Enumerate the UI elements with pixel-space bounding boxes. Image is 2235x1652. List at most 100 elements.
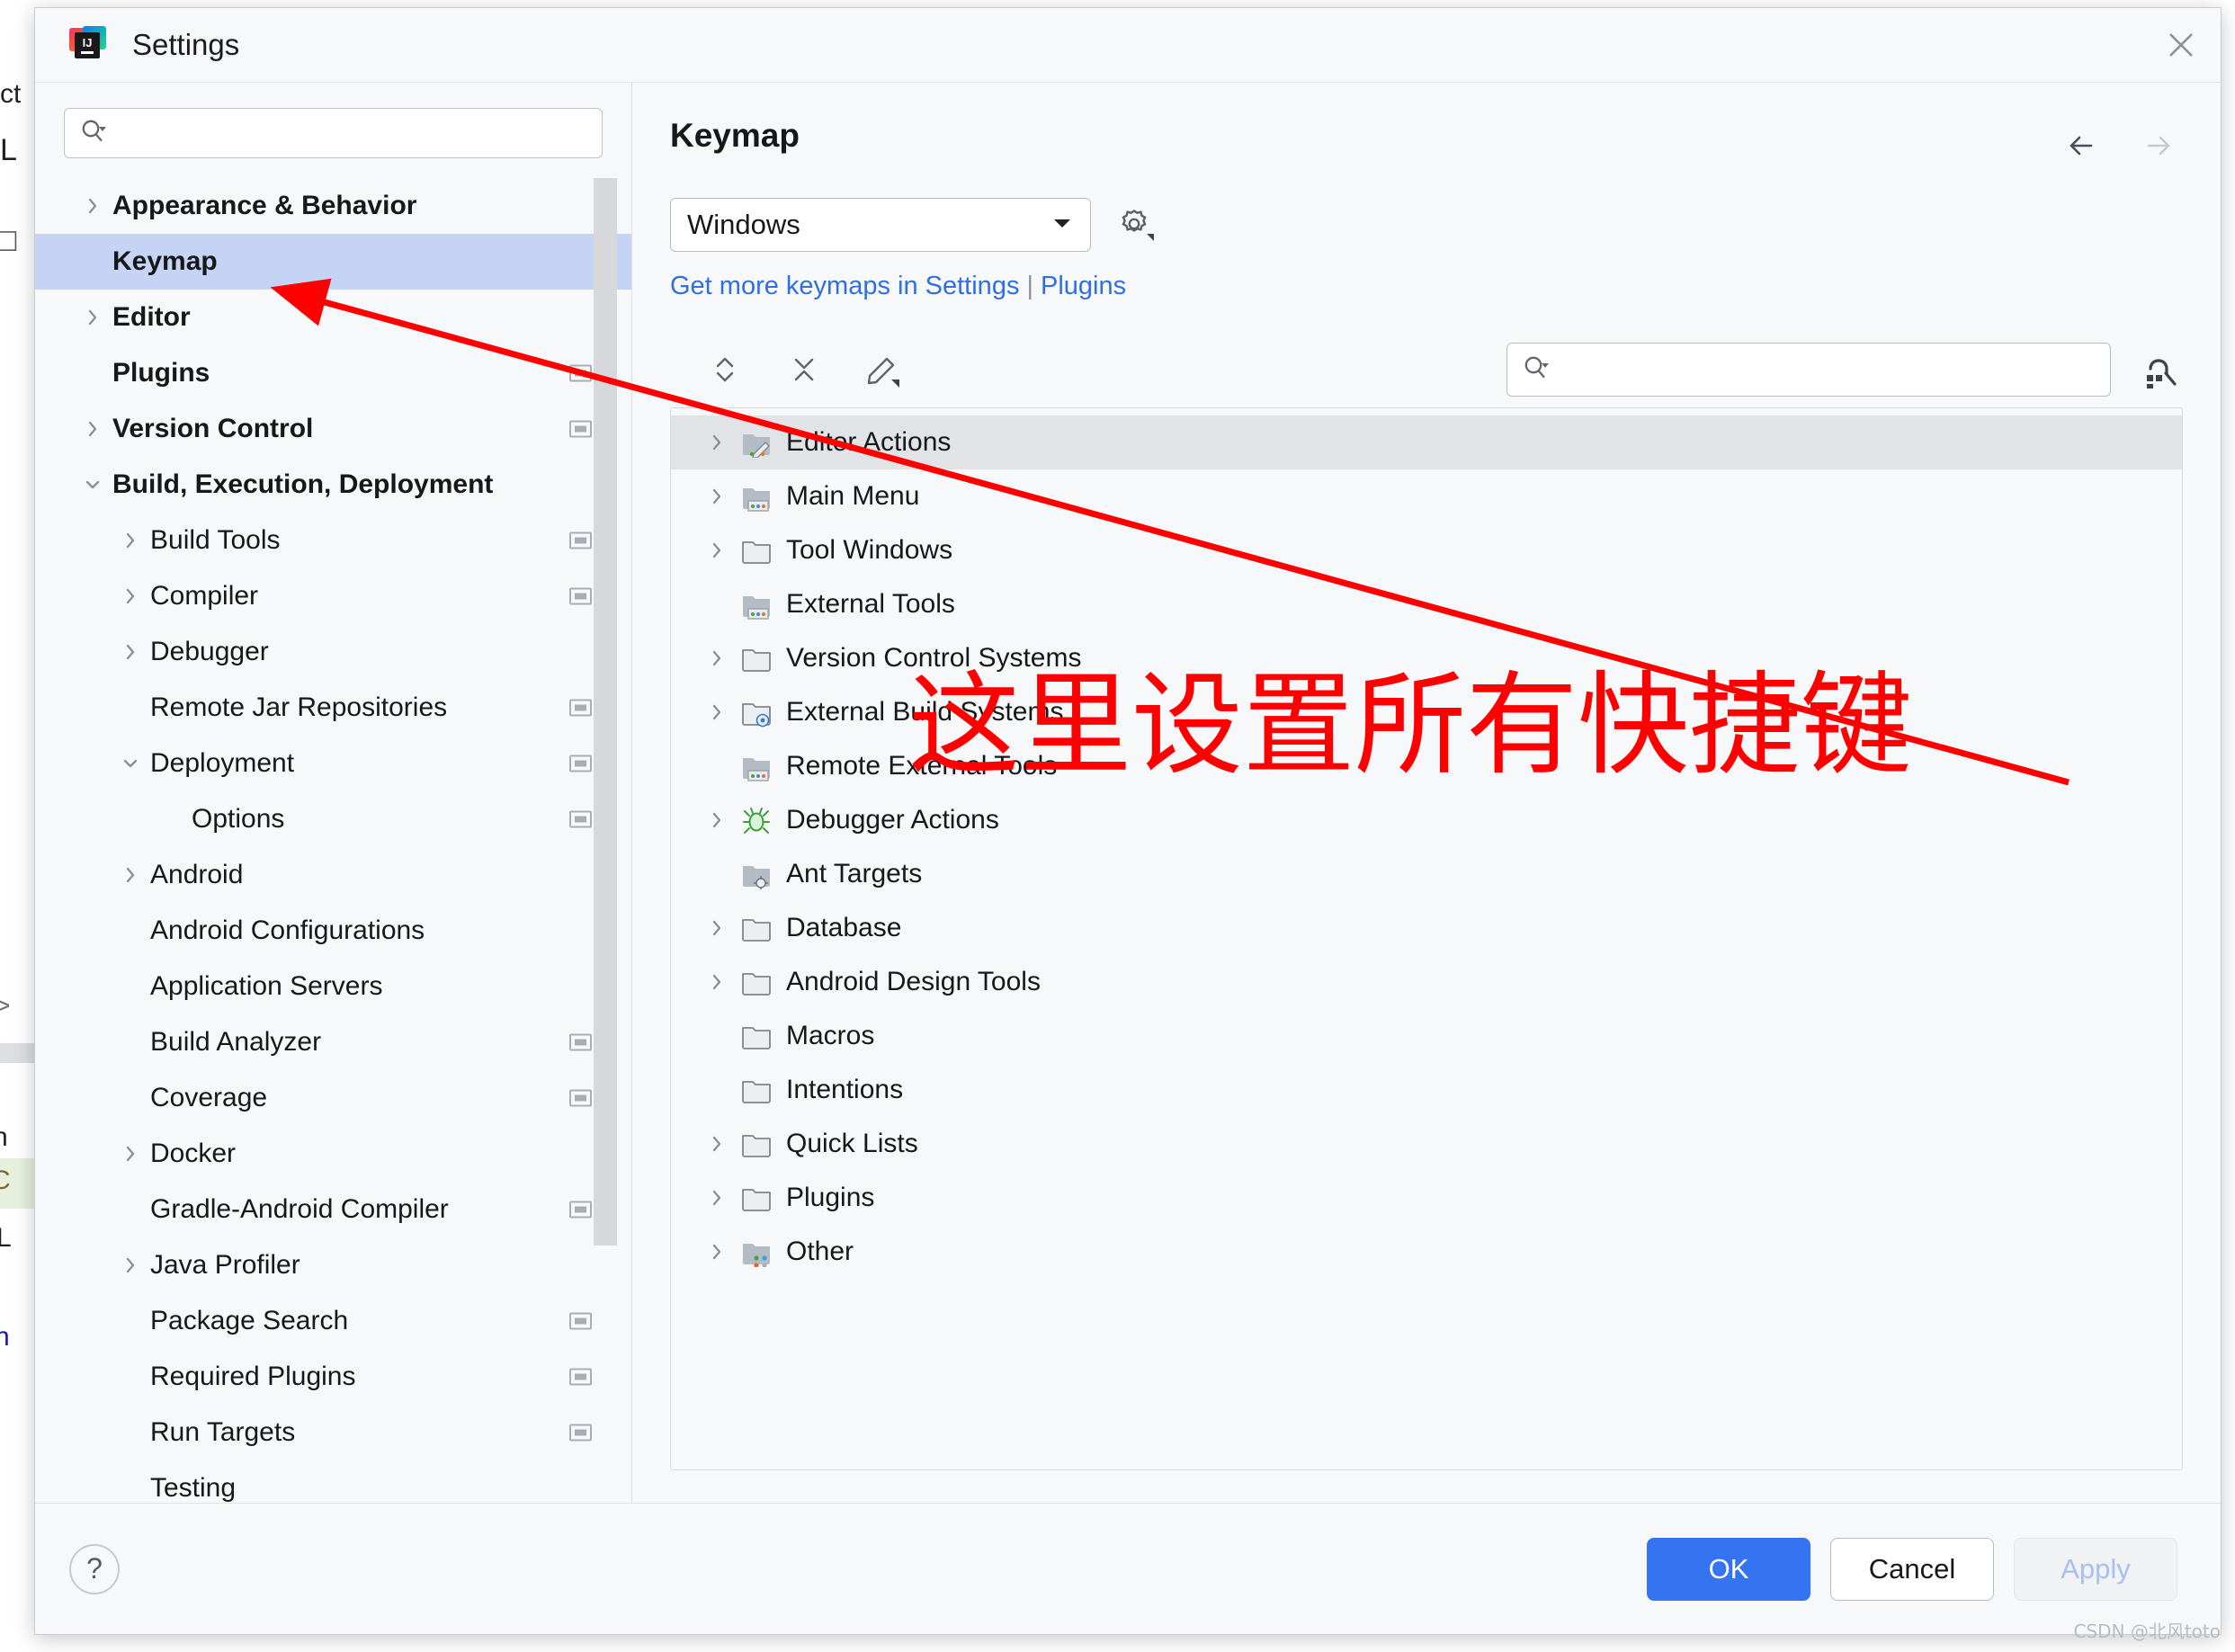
sidebar-item-compiler[interactable]: Compiler [35, 568, 631, 624]
sidebar-scrollbar[interactable] [594, 178, 617, 1503]
sidebar-item-build-execution-deployment[interactable]: Build, Execution, Deployment [35, 457, 631, 513]
footer-buttons: OK Cancel Apply [1647, 1537, 2177, 1601]
gear-icon[interactable] [1114, 204, 1156, 246]
sidebar-item-appearance-behavior[interactable]: Appearance & Behavior [35, 178, 631, 234]
sidebar-item-version-control[interactable]: Version Control [35, 401, 631, 457]
dialog-body: Appearance & Behavior Keymap Editor Plugins… [35, 83, 2221, 1503]
settings-search-box[interactable] [64, 108, 603, 158]
sidebar-item-android-configurations[interactable]: Android Configurations [35, 903, 631, 959]
chevron-right-icon[interactable] [703, 701, 730, 724]
keymap-tree-row[interactable]: Quick Lists [671, 1117, 2182, 1171]
sidebar-item-required-plugins[interactable]: Required Plugins [35, 1349, 631, 1405]
sidebar-item-build-tools[interactable]: Build Tools [35, 513, 631, 568]
sidebar-item-package-search[interactable]: Package Search [35, 1293, 631, 1349]
chevron-right-icon[interactable] [118, 1141, 143, 1166]
chevron-down-icon[interactable] [118, 751, 143, 776]
chevron-right-icon[interactable] [703, 431, 730, 454]
folder-ant-icon [741, 859, 772, 889]
chevron-right-icon[interactable] [703, 1186, 730, 1210]
keymap-tree-label: Version Control Systems [786, 643, 1082, 673]
sidebar-item-debugger[interactable]: Debugger [35, 624, 631, 680]
keymap-tree-row[interactable]: Intentions [671, 1063, 2182, 1117]
keymap-tree-label: External Build Systems [786, 697, 1064, 727]
chevron-right-icon[interactable] [703, 808, 730, 832]
get-more-keymaps-link[interactable]: Get more keymaps in Settings [670, 272, 1019, 300]
sidebar-item-plugins[interactable]: Plugins [35, 345, 631, 401]
sidebar-item-gradle-android-compiler[interactable]: Gradle-Android Compiler [35, 1182, 631, 1237]
keymap-dropdown-value: Windows [687, 209, 800, 240]
sidebar-item-label: Testing [150, 1473, 237, 1503]
chevron-right-icon[interactable] [703, 647, 730, 670]
sidebar-scrollbar-thumb[interactable] [594, 178, 617, 1246]
sidebar-item-docker[interactable]: Docker [35, 1126, 631, 1182]
sidebar-item-android[interactable]: Android [35, 847, 631, 903]
cancel-button[interactable]: Cancel [1830, 1537, 1994, 1601]
sidebar-item-editor[interactable]: Editor [35, 290, 631, 345]
keymap-tree-row[interactable]: Tool Windows [671, 523, 2182, 577]
sidebar-item-build-analyzer[interactable]: Build Analyzer [35, 1014, 631, 1070]
sidebar-item-coverage[interactable]: Coverage [35, 1070, 631, 1126]
keymap-tree-row[interactable]: Remote External Tools [671, 739, 2182, 793]
expand-all-icon[interactable] [704, 349, 746, 390]
sidebar-item-options[interactable]: Options [35, 791, 631, 847]
chevron-right-icon[interactable] [118, 1253, 143, 1278]
keymap-tree-row[interactable]: Android Design Tools [671, 955, 2182, 1009]
keymap-search-input[interactable] [1558, 355, 2096, 384]
keymap-tree-row[interactable]: Debugger Actions [671, 793, 2182, 847]
sidebar-item-run-targets[interactable]: Run Targets [35, 1405, 631, 1460]
keymap-tree-row[interactable]: Ant Targets [671, 847, 2182, 901]
keymap-tree-row[interactable]: External Tools [671, 577, 2182, 631]
plugins-link[interactable]: Plugins [1041, 272, 1126, 300]
keymap-tree-row[interactable]: Main Menu [671, 469, 2182, 523]
navigation-buttons [2062, 117, 2183, 165]
keymap-tree-row[interactable]: External Build Systems [671, 685, 2182, 739]
keymap-tree-label: Tool Windows [786, 535, 953, 565]
chevron-right-icon[interactable] [703, 916, 730, 940]
chevron-right-icon[interactable] [118, 639, 143, 665]
sidebar-item-testing[interactable]: Testing [35, 1460, 631, 1503]
chevron-right-icon[interactable] [703, 539, 730, 562]
chevron-right-icon[interactable] [80, 305, 105, 330]
settings-sidebar: Appearance & Behavior Keymap Editor Plugins… [35, 83, 632, 1503]
chevron-right-icon[interactable] [118, 528, 143, 553]
keymap-tree-row[interactable]: Database [671, 901, 2182, 955]
arrow-right-icon[interactable] [2131, 126, 2177, 165]
edit-pencil-icon[interactable] [863, 349, 904, 390]
keymap-dropdown[interactable]: Windows [670, 198, 1091, 252]
chevron-right-icon[interactable] [118, 584, 143, 609]
keymap-tree-row[interactable]: Macros [671, 1009, 2182, 1063]
ok-button[interactable]: OK [1647, 1537, 1810, 1601]
chevron-right-icon[interactable] [703, 1132, 730, 1156]
keymap-tree-row[interactable]: Editor Actions [671, 415, 2182, 469]
find-by-shortcut-icon[interactable] [2134, 345, 2183, 394]
bg-divider [0, 1043, 34, 1063]
close-icon[interactable] [2141, 8, 2221, 82]
chevron-down-icon[interactable] [80, 472, 105, 497]
chevron-right-icon[interactable] [80, 416, 105, 442]
keymap-selector-row: Windows [670, 198, 2183, 252]
chevron-right-icon[interactable] [118, 862, 143, 888]
chevron-right-icon[interactable] [703, 485, 730, 508]
keymap-tree-row[interactable]: Other [671, 1225, 2182, 1279]
keymap-toolbar [670, 337, 2183, 402]
sidebar-item-label: Application Servers [150, 971, 383, 1001]
keymap-tree-row[interactable]: Version Control Systems [671, 631, 2182, 685]
sidebar-item-label: Gradle-Android Compiler [150, 1194, 449, 1224]
sidebar-item-keymap[interactable]: Keymap [35, 234, 631, 290]
sidebar-item-application-servers[interactable]: Application Servers [35, 959, 631, 1014]
sidebar-item-deployment[interactable]: Deployment [35, 736, 631, 791]
chevron-right-icon[interactable] [703, 970, 730, 994]
sidebar-item-java-profiler[interactable]: Java Profiler [35, 1237, 631, 1293]
help-button[interactable]: ? [69, 1543, 120, 1594]
arrow-left-icon[interactable] [2062, 126, 2109, 165]
keymap-search-box[interactable] [1506, 343, 2111, 397]
collapse-all-icon[interactable] [783, 349, 825, 390]
search-input[interactable] [115, 119, 587, 147]
project-level-badge-icon [569, 420, 592, 438]
keymap-tree-row[interactable]: Plugins [671, 1171, 2182, 1225]
chevron-right-icon[interactable] [80, 193, 105, 219]
apply-button[interactable]: Apply [2014, 1537, 2177, 1601]
sidebar-item-remote-jar-repositories[interactable]: Remote Jar Repositories [35, 680, 631, 736]
chevron-right-icon[interactable] [703, 1240, 730, 1264]
